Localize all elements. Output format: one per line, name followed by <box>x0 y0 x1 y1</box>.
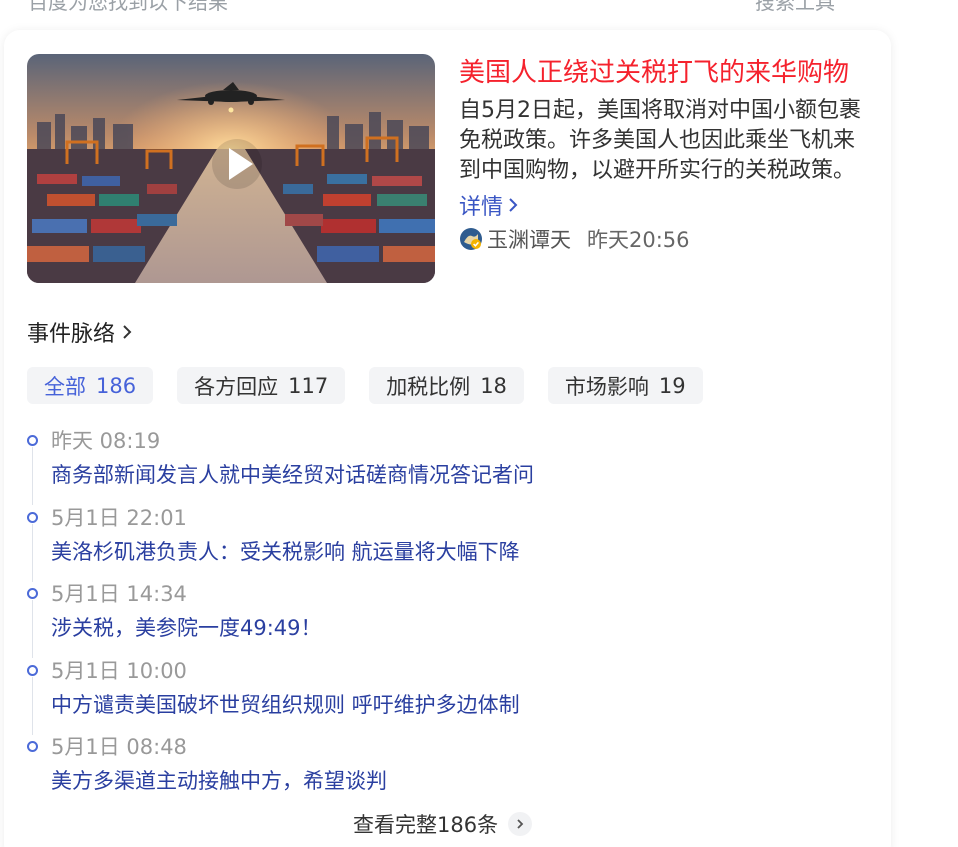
timeline-dot-icon <box>27 664 38 676</box>
tab-market-impact[interactable]: 市场影响 19 <box>547 367 703 404</box>
timeline-item: 5月1日 08:48 美方多渠道主动接触中方，希望谈判 <box>27 734 887 811</box>
timeline-time: 5月1日 14:34 <box>51 582 187 606</box>
tab-responses[interactable]: 各方回应 117 <box>177 367 346 404</box>
timeline-title-link[interactable]: 中方谴责美国破坏世贸组织规则 呼吁维护多边体制 <box>51 691 887 719</box>
news-summary: 自5月2日起，美国将取消对中国小额包裹免税政策。许多美国人也因此乘坐飞机来到中国… <box>459 98 861 183</box>
detail-link[interactable]: 详情 <box>459 189 519 221</box>
tab-label: 市场影响 <box>564 374 649 399</box>
news-headline[interactable]: 美国人正绕过关税打飞的来华购物 <box>459 52 849 89</box>
timeline-connector <box>32 600 33 658</box>
timeline-connector <box>32 523 33 582</box>
timeline-time: 昨天 08:19 <box>51 429 161 453</box>
tab-count: 117 <box>288 373 329 398</box>
tab-tariff-rate[interactable]: 加税比例 18 <box>369 367 524 404</box>
timeline-time: 5月1日 10:00 <box>51 658 187 683</box>
timeline-dot-icon <box>27 435 38 446</box>
view-all-label: 查看完整186条 <box>353 813 499 837</box>
top-strip: 百度为您找到以下结果 搜索工具 <box>0 0 958 15</box>
timeline-item: 5月1日 10:00 中方谴责美国破坏世贸组织规则 呼吁维护多边体制 <box>27 658 887 735</box>
timeline-item: 5月1日 14:34 涉关税，美参院一度49:49！ <box>27 581 887 658</box>
timeline-connector <box>32 447 33 505</box>
search-tools-button[interactable]: 搜索工具 <box>755 0 835 15</box>
timeline-connector <box>32 676 33 735</box>
timeline-time: 5月1日 22:01 <box>51 505 187 530</box>
chevron-right-icon <box>517 819 524 829</box>
event-timeline: 昨天 08:19 商务部新闻发言人就中美经贸对话磋商情况答记者问 5月1日 22… <box>27 428 887 811</box>
timeline-item: 5月1日 22:01 美洛杉矶港负责人：受关税影响 航运量将大幅下降 <box>27 505 887 582</box>
timeline-title-link[interactable]: 涉关税，美参院一度49:49！ <box>51 614 887 642</box>
timeline-time: 5月1日 08:48 <box>51 735 187 759</box>
result-count-text: 百度为您找到以下结果 <box>28 0 228 14</box>
tab-count: 19 <box>658 373 686 398</box>
timeline-item: 昨天 08:19 商务部新闻发言人就中美经贸对话磋商情况答记者问 <box>27 428 887 505</box>
chevron-circle-icon <box>508 812 533 836</box>
event-timeline-title-label: 事件脉络 <box>27 322 116 347</box>
tab-count: 186 <box>96 373 137 398</box>
event-timeline-title[interactable]: 事件脉络 <box>27 316 133 348</box>
source-avatar-icon <box>460 228 482 250</box>
timeline-title-link[interactable]: 商务部新闻发言人就中美经贸对话磋商情况答记者问 <box>51 461 887 489</box>
timeline-dot-icon <box>27 588 38 599</box>
news-source: 玉渊谭天 昨天20:56 <box>459 224 690 254</box>
play-icon[interactable] <box>211 138 263 190</box>
source-name[interactable]: 玉渊谭天 <box>487 224 571 254</box>
tab-count: 18 <box>480 373 507 398</box>
detail-link-label: 详情 <box>459 195 504 220</box>
chevron-right-icon <box>123 325 132 339</box>
chevron-right-icon <box>509 198 518 212</box>
timeline-dot-icon <box>27 511 38 523</box>
event-tabs: 全部 186 各方回应 117 加税比例 18 市场影响 19 <box>27 367 703 404</box>
tab-all[interactable]: 全部 186 <box>27 367 154 404</box>
timeline-dot-icon <box>27 741 38 752</box>
tab-label: 全部 <box>44 374 86 399</box>
timeline-title-link[interactable]: 美方多渠道主动接触中方，希望谈判 <box>51 767 887 795</box>
tab-label: 加税比例 <box>386 374 471 399</box>
view-all-button[interactable]: 查看完整186条 <box>353 809 533 839</box>
video-thumbnail[interactable] <box>27 54 435 283</box>
timeline-title-link[interactable]: 美洛杉矶港负责人：受关税影响 航运量将大幅下降 <box>51 538 887 566</box>
tab-label: 各方回应 <box>194 374 279 399</box>
publish-time: 昨天20:56 <box>587 228 690 252</box>
